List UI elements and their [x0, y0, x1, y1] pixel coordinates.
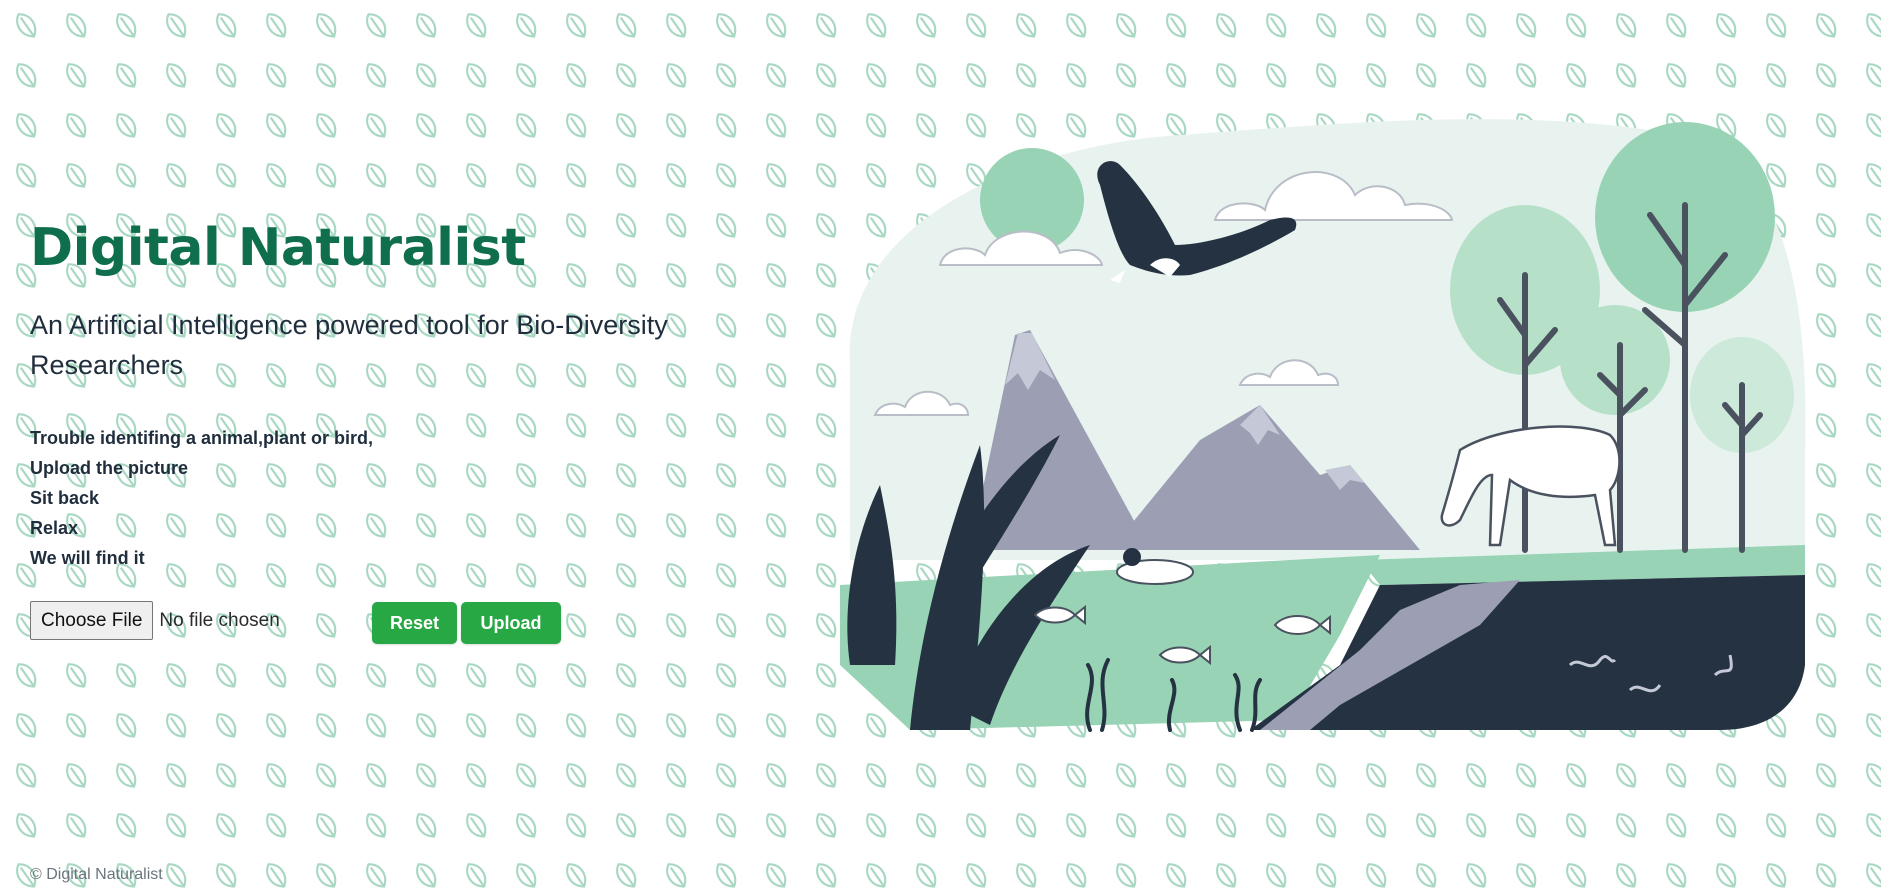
nature-illustration — [840, 119, 1806, 732]
choose-file-button[interactable]: Choose File — [30, 601, 154, 640]
steps-list: Trouble identifing a animal,plant or bir… — [30, 423, 373, 573]
hero-section: Digital Naturalist An Artificial Intelli… — [30, 0, 750, 894]
step-item: Trouble identifing a animal,plant or bir… — [30, 428, 374, 448]
page-subtitle: An Artificial Intelligence powered tool … — [30, 310, 668, 380]
file-input[interactable]: Choose File No file chosen — [30, 601, 280, 640]
reset-button[interactable]: Reset — [372, 602, 457, 644]
step-item: Upload the picture — [30, 458, 189, 478]
page-title: Digital Naturalist — [30, 218, 526, 278]
tree-canopy — [1560, 305, 1670, 415]
upload-button[interactable]: Upload — [461, 602, 561, 644]
footer-copyright: © Digital Naturalist — [30, 866, 163, 883]
step-item: We will find it — [30, 548, 145, 568]
file-status-text: No file chosen — [159, 609, 280, 631]
step-item: Sit back — [30, 488, 100, 508]
step-item: Relax — [30, 518, 79, 538]
